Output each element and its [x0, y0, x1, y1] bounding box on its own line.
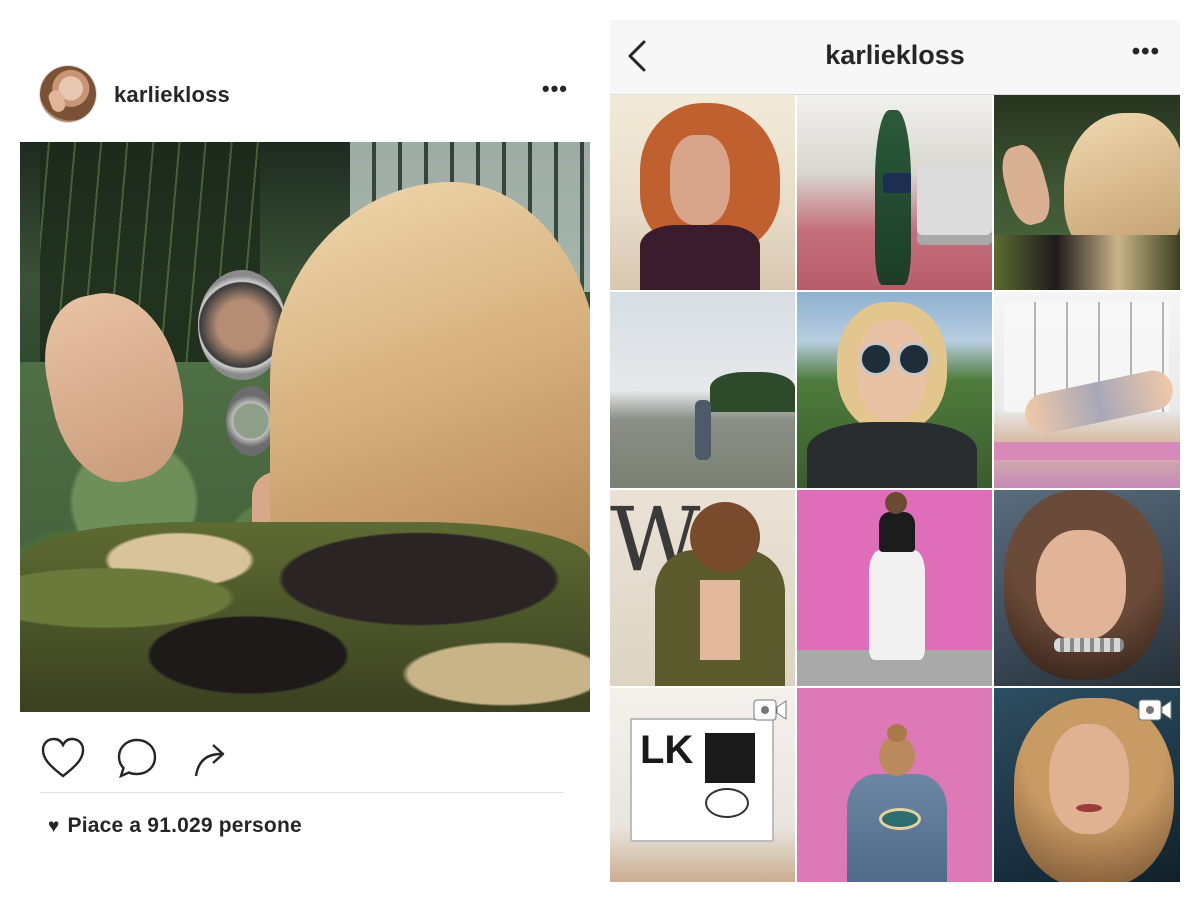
grid-photo[interactable]: [610, 292, 795, 488]
profile-top-bar: karliekloss •••: [610, 20, 1180, 95]
grid-photo[interactable]: [610, 95, 795, 290]
grid-photo[interactable]: [797, 688, 992, 882]
post-actions: [18, 730, 592, 790]
likes-text: Piace a 91.029 persone: [67, 814, 302, 837]
profile-title: karliekloss: [825, 40, 965, 70]
grid-photo[interactable]: [797, 95, 992, 290]
post-username[interactable]: karliekloss: [114, 82, 230, 108]
grid-video[interactable]: LK: [610, 688, 795, 882]
likes-count[interactable]: ♥ Piace a 91.029 persone: [48, 814, 302, 838]
video-camera-icon: [1138, 698, 1172, 727]
share-icon[interactable]: [190, 736, 236, 785]
photo-grid: W LK: [610, 95, 1180, 882]
divider: [40, 792, 564, 793]
profile-grid-screen: karliekloss ••• W LK: [610, 20, 1180, 882]
post-photo[interactable]: [20, 142, 590, 712]
grid-photo[interactable]: [994, 292, 1180, 488]
grid-video[interactable]: [994, 688, 1180, 882]
comment-icon[interactable]: [114, 736, 160, 785]
like-icon[interactable]: [40, 736, 86, 785]
heart-filled-icon: ♥: [48, 815, 60, 837]
video-camera-icon: [753, 698, 787, 727]
screenshot-composite: karliekloss ••• ♥ Piace a 91.029 persone…: [0, 0, 1200, 900]
instagram-post: karliekloss ••• ♥ Piace a 91.029 persone: [18, 40, 592, 870]
post-header: karliekloss •••: [18, 64, 592, 124]
profile-more-button[interactable]: •••: [1132, 38, 1160, 66]
grid-photo[interactable]: [797, 292, 992, 488]
grid-photo[interactable]: [994, 95, 1180, 290]
grid-photo[interactable]: [994, 490, 1180, 686]
avatar[interactable]: [40, 66, 96, 122]
post-more-button[interactable]: •••: [542, 76, 568, 102]
grid-photo[interactable]: [797, 490, 992, 686]
grid-photo[interactable]: W: [610, 490, 795, 686]
